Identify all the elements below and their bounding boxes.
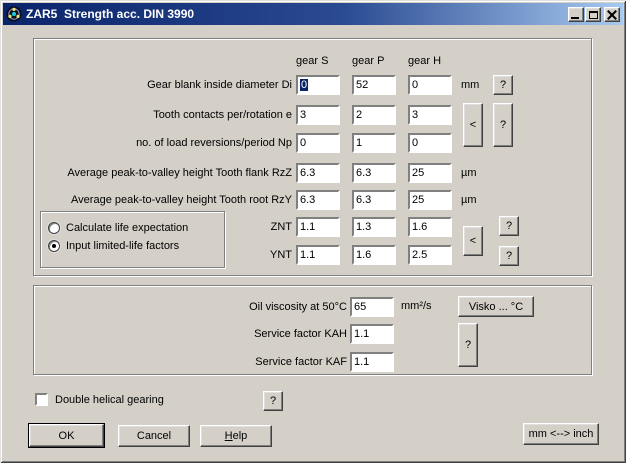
service-factor-kaf-label: Service factor KAF — [100, 352, 347, 371]
selected-text: 0 — [300, 79, 308, 91]
di-label: Gear blank inside diameter Di — [36, 75, 292, 95]
znt-gear-p-input[interactable] — [352, 217, 396, 237]
help-contacts-button[interactable]: ? — [493, 103, 513, 147]
help-service-factor-button[interactable]: ? — [458, 323, 478, 367]
rzy-unit-label: µm — [461, 194, 477, 206]
maximize-icon — [589, 11, 598, 19]
rzy-gear-s-input[interactable] — [296, 190, 340, 210]
help-double-helical-button[interactable]: ? — [263, 391, 283, 411]
dialog-window: ZAR5 Strength acc. DIN 3990 gear S gear … — [0, 0, 626, 463]
load-reversions-gear-h-input[interactable] — [408, 133, 452, 153]
column-header-gear-p: gear P — [352, 55, 402, 68]
help-znt-button[interactable]: ? — [499, 216, 519, 236]
service-factor-kah-input[interactable] — [350, 324, 394, 344]
maximize-button[interactable] — [585, 7, 601, 22]
service-factor-kah-label: Service factor KAH — [100, 324, 347, 343]
back-contacts-button[interactable]: < — [463, 103, 483, 147]
rzz-gear-p-input[interactable] — [352, 163, 396, 183]
service-factor-kaf-input[interactable] — [350, 352, 394, 372]
load-reversions-gear-s-input[interactable] — [296, 133, 340, 153]
rzz-gear-s-input[interactable] — [296, 163, 340, 183]
tooth-contacts-gear-p-input[interactable] — [352, 105, 396, 125]
ynt-gear-h-input[interactable] — [408, 245, 452, 265]
znt-label: ZNT — [36, 217, 292, 237]
ok-button[interactable]: OK — [29, 424, 104, 447]
rzy-gear-h-input[interactable] — [408, 190, 452, 210]
load-reversions-label: no. of load reversions/period Np — [36, 133, 292, 153]
minimize-button[interactable] — [568, 7, 584, 22]
di-gear-h-input[interactable] — [408, 75, 452, 95]
di-gear-p-input[interactable] — [352, 75, 396, 95]
tooth-contacts-gear-h-input[interactable] — [408, 105, 452, 125]
ynt-label: YNT — [36, 245, 292, 265]
oil-viscosity-unit-label: mm²/s — [401, 300, 432, 312]
window-title: ZAR5 Strength acc. DIN 3990 — [26, 7, 194, 21]
cancel-button[interactable]: Cancel — [118, 425, 190, 447]
double-helical-checkbox[interactable] — [35, 393, 48, 406]
ynt-gear-s-input[interactable] — [296, 245, 340, 265]
znt-gear-s-input[interactable] — [296, 217, 340, 237]
tooth-contacts-label: Tooth contacts per/rotation e — [36, 105, 292, 125]
minimize-icon — [571, 17, 579, 19]
column-header-gear-s: gear S — [296, 55, 346, 68]
double-helical-label: Double helical gearing — [55, 394, 164, 406]
rzz-gear-h-input[interactable] — [408, 163, 452, 183]
help-button-label: Help — [225, 430, 248, 442]
oil-viscosity-input[interactable] — [350, 297, 394, 317]
rzz-unit-label: µm — [461, 167, 477, 179]
help-ynt-button[interactable]: ? — [499, 246, 519, 266]
di-unit-label: mm — [461, 79, 479, 91]
close-icon — [607, 10, 617, 19]
titlebar: ZAR5 Strength acc. DIN 3990 — [3, 3, 623, 25]
rzy-gear-p-input[interactable] — [352, 190, 396, 210]
mm-inch-toggle-button[interactable]: mm <--> inch — [523, 423, 599, 445]
visko-button[interactable]: Visko ... °C — [458, 296, 534, 317]
close-button[interactable] — [604, 7, 620, 22]
help-button[interactable]: Help — [200, 425, 272, 447]
rzy-label: Average peak-to-valley height Tooth root… — [36, 190, 292, 210]
tooth-contacts-gear-s-input[interactable] — [296, 105, 340, 125]
help-di-button[interactable]: ? — [493, 75, 513, 95]
column-header-gear-h: gear H — [408, 55, 458, 68]
rzz-label: Average peak-to-valley height Tooth flan… — [36, 163, 292, 183]
back-znt-ynt-button[interactable]: < — [463, 226, 483, 256]
di-gear-s-input[interactable]: 0 — [296, 75, 340, 95]
znt-gear-h-input[interactable] — [408, 217, 452, 237]
app-icon[interactable] — [6, 6, 22, 22]
load-reversions-gear-p-input[interactable] — [352, 133, 396, 153]
ynt-gear-p-input[interactable] — [352, 245, 396, 265]
oil-viscosity-label: Oil viscosity at 50°C — [100, 297, 347, 316]
